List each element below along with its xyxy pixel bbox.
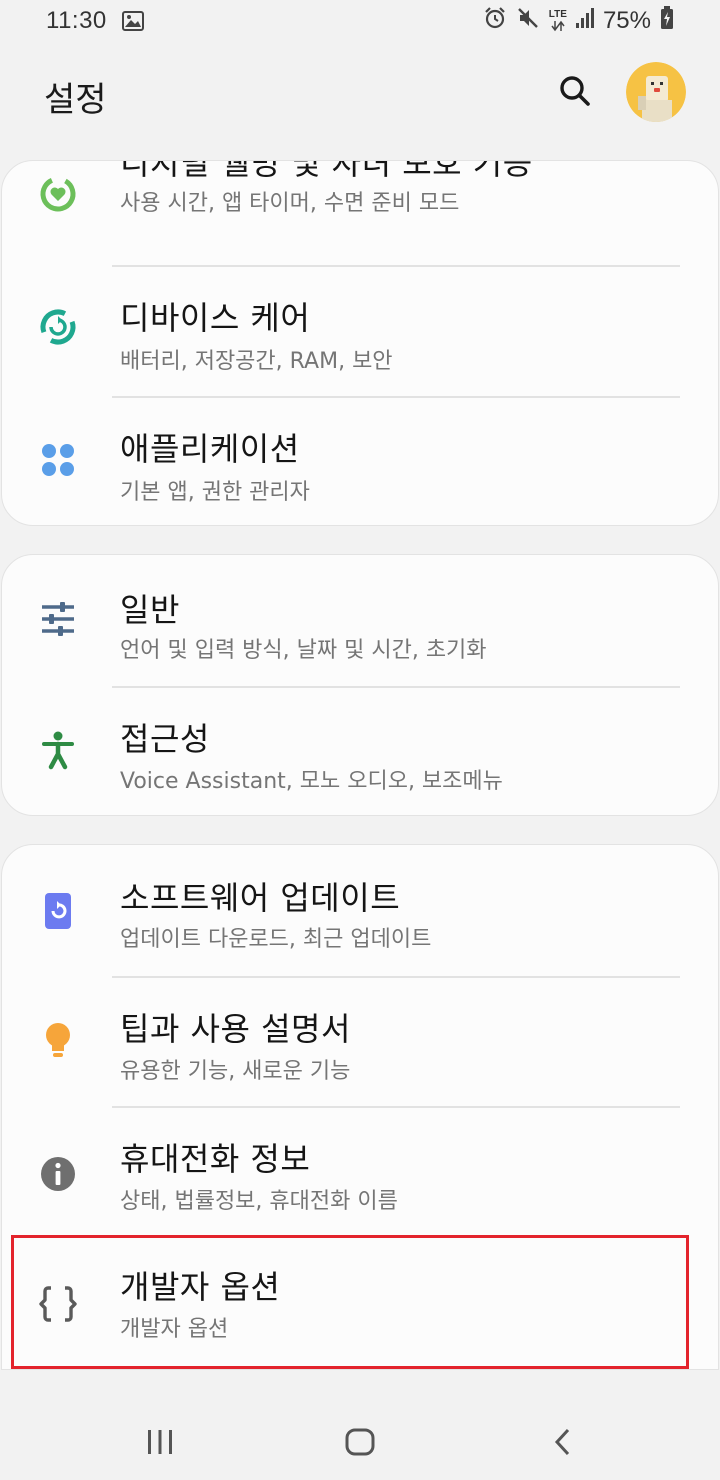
page-title: 설정: [44, 80, 107, 120]
battery-percent: 75%: [602, 6, 651, 34]
settings-item-device-care[interactable]: 디바이스 케어 배터리, 저장공간, RAM, 보안: [2, 267, 718, 397]
settings-item-digital-wellbeing[interactable]: 디지털 웰빙 및 자녀 보호 기능 사용 시간, 앱 타이머, 수면 준비 모드: [2, 160, 718, 266]
back-icon[interactable]: [542, 1422, 582, 1462]
image-icon: [122, 11, 144, 35]
item-title: 소프트웨어 업데이트: [120, 879, 401, 917]
tips-bulb-icon: [36, 1018, 80, 1062]
apps-icon: [36, 438, 80, 482]
item-subtitle: 기본 앱, 권한 관리자: [120, 480, 310, 505]
signal-icon: [575, 7, 594, 34]
settings-section-2: 일반 언어 및 입력 방식, 날짜 및 시간, 초기화 접근성 Voice As…: [1, 554, 719, 816]
info-icon: [36, 1152, 80, 1196]
item-title: 팁과 사용 설명서: [120, 1010, 351, 1048]
general-sliders-icon: [36, 597, 80, 641]
recent-apps-icon[interactable]: [140, 1422, 180, 1462]
settings-item-phone-info[interactable]: 휴대전화 정보 상태, 법률정보, 휴대전화 이름: [2, 1108, 718, 1238]
highlight-box: [11, 1235, 689, 1369]
item-title: 접근성: [120, 720, 210, 758]
search-icon[interactable]: [556, 72, 594, 110]
settings-section-1: 디지털 웰빙 및 자녀 보호 기능 사용 시간, 앱 타이머, 수면 준비 모드…: [1, 160, 719, 526]
item-title: 디지털 웰빙 및 자녀 보호 기능: [120, 160, 533, 182]
software-update-icon: [36, 889, 80, 933]
settings-item-general[interactable]: 일반 언어 및 입력 방식, 날짜 및 시간, 초기화: [2, 555, 718, 685]
mute-icon: [516, 6, 540, 35]
item-title: 애플리케이션: [120, 430, 300, 468]
item-subtitle: Voice Assistant, 모노 오디오, 보조메뉴: [120, 769, 503, 794]
accessibility-icon: [36, 728, 80, 772]
profile-avatar[interactable]: [626, 62, 686, 122]
device-care-icon: [36, 305, 80, 349]
alarm-icon: [483, 6, 507, 35]
item-subtitle: 상태, 법률정보, 휴대전화 이름: [120, 1189, 398, 1214]
item-title: 휴대전화 정보: [120, 1140, 311, 1178]
lte-icon: LTE: [549, 9, 567, 32]
item-title: 디바이스 케어: [120, 299, 311, 337]
item-subtitle: 유용한 기능, 새로운 기능: [120, 1059, 351, 1084]
status-icons: LTE 75%: [483, 6, 674, 35]
status-bar: 11:30 LTE 75%: [0, 0, 720, 46]
item-subtitle: 업데이트 다운로드, 최근 업데이트: [120, 927, 432, 952]
item-subtitle: 언어 및 입력 방식, 날짜 및 시간, 초기화: [120, 638, 487, 663]
navigation-bar: [0, 1400, 720, 1480]
settings-item-accessibility[interactable]: 접근성 Voice Assistant, 모노 오디오, 보조메뉴: [2, 688, 718, 815]
settings-item-tips[interactable]: 팁과 사용 설명서 유용한 기능, 새로운 기능: [2, 978, 718, 1108]
item-title: 일반: [120, 591, 180, 629]
status-time: 11:30: [46, 7, 107, 34]
digital-wellbeing-icon: [36, 172, 80, 216]
settings-item-applications[interactable]: 애플리케이션 기본 앱, 권한 관리자: [2, 398, 718, 525]
battery-charging-icon: [660, 6, 674, 35]
item-subtitle: 배터리, 저장공간, RAM, 보안: [120, 349, 393, 374]
item-subtitle: 사용 시간, 앱 타이머, 수면 준비 모드: [120, 191, 460, 216]
settings-item-software-update[interactable]: 소프트웨어 업데이트 업데이트 다운로드, 최근 업데이트: [2, 845, 718, 975]
home-icon[interactable]: [340, 1422, 380, 1462]
